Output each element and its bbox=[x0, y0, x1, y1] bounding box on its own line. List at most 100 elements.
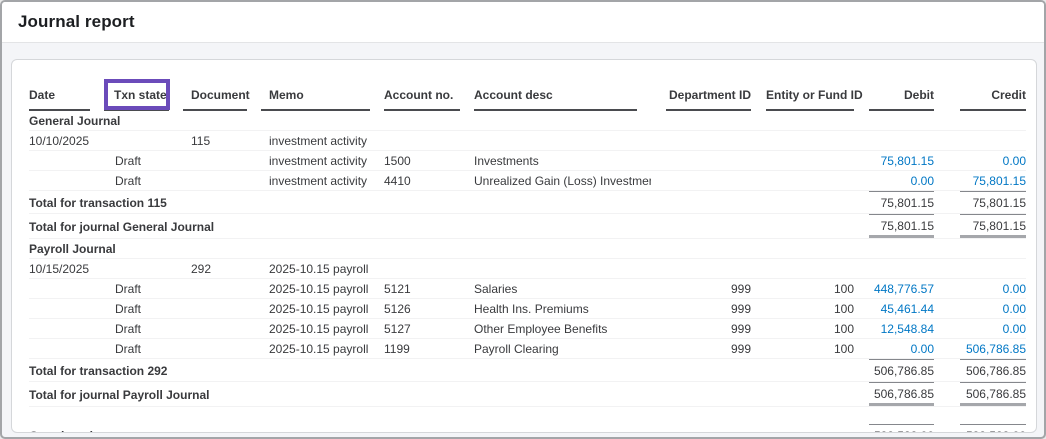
cell-credit: 0.00 bbox=[934, 319, 1026, 339]
cell-account-desc: Investments bbox=[474, 151, 651, 171]
debit-amount-link[interactable]: 75,801.15 bbox=[881, 154, 934, 168]
cell-debit-total: 75,801.15 bbox=[854, 191, 934, 214]
cell-date bbox=[29, 299, 104, 319]
cell-memo: investment activity bbox=[261, 131, 384, 151]
cell-account-no bbox=[384, 131, 474, 151]
credit-amount-link[interactable]: 0.00 bbox=[1003, 302, 1026, 316]
cell-credit bbox=[934, 131, 1026, 151]
column-header-date: Date bbox=[29, 84, 104, 111]
cell-entity-or-fund-id bbox=[751, 131, 854, 151]
section-label: Payroll Journal bbox=[29, 239, 1026, 259]
debit-amount-link[interactable]: 0.00 bbox=[911, 342, 934, 356]
column-header-document: Document bbox=[183, 84, 261, 111]
cell-debit: 75,801.15 bbox=[854, 151, 934, 171]
cell-entity-or-fund-id: 100 bbox=[751, 319, 854, 339]
total-label: Total for journal Payroll Journal bbox=[29, 382, 854, 407]
cell-txn-state: Draft bbox=[104, 339, 183, 359]
total-label: Total for journal General Journal bbox=[29, 214, 854, 239]
cell-account-no: 1199 bbox=[384, 339, 474, 359]
credit-amount-link[interactable]: 0.00 bbox=[1003, 282, 1026, 296]
credit-amount-link[interactable]: 0.00 bbox=[1003, 154, 1026, 168]
column-header-entity-or-fund-id: Entity or Fund ID bbox=[751, 84, 854, 111]
cell-department-id: 999 bbox=[651, 279, 751, 299]
cell-debit-total: 506,786.85 bbox=[854, 382, 934, 407]
cell-document bbox=[183, 339, 261, 359]
cell-credit-total: 75,801.15 bbox=[934, 214, 1026, 239]
cell-date bbox=[29, 171, 104, 191]
cell-date: 10/10/2025 bbox=[29, 131, 104, 151]
credit-amount-link[interactable]: 0.00 bbox=[1003, 322, 1026, 336]
spacer-row bbox=[29, 407, 1026, 424]
total-label: Total for transaction 292 bbox=[29, 359, 854, 382]
journal-total-row: Total for journal Payroll Journal 506,78… bbox=[29, 382, 1026, 407]
cell-date bbox=[29, 339, 104, 359]
cell-department-id: 999 bbox=[651, 339, 751, 359]
cell-debit-total: 75,801.15 bbox=[854, 214, 934, 239]
cell-credit-total: 506,786.85 bbox=[934, 359, 1026, 382]
cell-credit bbox=[934, 259, 1026, 279]
total-label: Total for transaction 115 bbox=[29, 191, 854, 214]
cell-account-no: 5127 bbox=[384, 319, 474, 339]
cell-credit: 506,786.85 bbox=[934, 339, 1026, 359]
section-label: General Journal bbox=[29, 111, 1026, 131]
report-header-bar: Journal report bbox=[2, 2, 1044, 43]
cell-account-desc: Other Employee Benefits bbox=[474, 319, 651, 339]
section-row-payroll-journal: Payroll Journal bbox=[29, 239, 1026, 259]
cell-account-no: 5121 bbox=[384, 279, 474, 299]
cell-credit: 0.00 bbox=[934, 151, 1026, 171]
column-header-account-no: Account no. bbox=[384, 84, 474, 111]
cell-department-id bbox=[651, 131, 751, 151]
cell-document: 292 bbox=[183, 259, 261, 279]
journal-report-table: Date Txn state Document Memo Account no.… bbox=[29, 84, 1026, 433]
cell-credit: 75,801.15 bbox=[934, 171, 1026, 191]
credit-amount-link[interactable]: 506,786.85 bbox=[966, 342, 1026, 356]
cell-account-no: 5126 bbox=[384, 299, 474, 319]
debit-amount-link[interactable]: 12,548.84 bbox=[881, 322, 934, 336]
cell-txn-state: Draft bbox=[104, 279, 183, 299]
transaction-total-row: Total for transaction 292 506,786.85 506… bbox=[29, 359, 1026, 382]
cell-debit bbox=[854, 259, 934, 279]
cell-account-no: 1500 bbox=[384, 151, 474, 171]
cell-txn-state: Draft bbox=[104, 299, 183, 319]
line-row: Draft 2025-10.15 payroll 1199 Payroll Cl… bbox=[29, 339, 1026, 359]
cell-account-desc bbox=[474, 131, 651, 151]
cell-memo: 2025-10.15 payroll bbox=[261, 299, 384, 319]
cell-debit-grand-total: 582,588.00 bbox=[854, 424, 934, 434]
cell-entity-or-fund-id: 100 bbox=[751, 279, 854, 299]
cell-date bbox=[29, 319, 104, 339]
cell-debit: 45,461.44 bbox=[854, 299, 934, 319]
cell-document bbox=[183, 171, 261, 191]
cell-memo: 2025-10.15 payroll bbox=[261, 279, 384, 299]
line-row: Draft 2025-10.15 payroll 5126 Health Ins… bbox=[29, 299, 1026, 319]
cell-department-id bbox=[651, 171, 751, 191]
cell-memo: 2025-10.15 payroll bbox=[261, 339, 384, 359]
cell-memo: investment activity bbox=[261, 151, 384, 171]
line-row: Draft investment activity 1500 Investmen… bbox=[29, 151, 1026, 171]
cell-account-desc bbox=[474, 259, 651, 279]
credit-amount-link[interactable]: 75,801.15 bbox=[973, 174, 1026, 188]
debit-amount-link[interactable]: 0.00 bbox=[911, 174, 934, 188]
cell-department-id: 999 bbox=[651, 319, 751, 339]
cell-document bbox=[183, 299, 261, 319]
cell-debit-total: 506,786.85 bbox=[854, 359, 934, 382]
cell-credit-total: 506,786.85 bbox=[934, 382, 1026, 407]
grand-total-label: Grand total bbox=[29, 424, 854, 434]
cell-txn-state: Draft bbox=[104, 319, 183, 339]
grand-total-row: Grand total 582,588.00 582,588.00 bbox=[29, 424, 1026, 434]
cell-txn-state: Draft bbox=[104, 171, 183, 191]
cell-credit: 0.00 bbox=[934, 279, 1026, 299]
cell-entity-or-fund-id: 100 bbox=[751, 339, 854, 359]
debit-amount-link[interactable]: 45,461.44 bbox=[881, 302, 934, 316]
cell-entity-or-fund-id: 100 bbox=[751, 299, 854, 319]
column-header-txn-state: Txn state bbox=[104, 84, 183, 111]
cell-entity-or-fund-id bbox=[751, 151, 854, 171]
column-header-account-desc: Account desc bbox=[474, 84, 651, 111]
cell-txn-state bbox=[104, 259, 183, 279]
cell-credit-total: 75,801.15 bbox=[934, 191, 1026, 214]
debit-amount-link[interactable]: 448,776.57 bbox=[874, 282, 934, 296]
cell-debit bbox=[854, 131, 934, 151]
column-header-memo: Memo bbox=[261, 84, 384, 111]
cell-date bbox=[29, 279, 104, 299]
cell-debit: 0.00 bbox=[854, 171, 934, 191]
transaction-row: 10/10/2025 115 investment activity bbox=[29, 131, 1026, 151]
